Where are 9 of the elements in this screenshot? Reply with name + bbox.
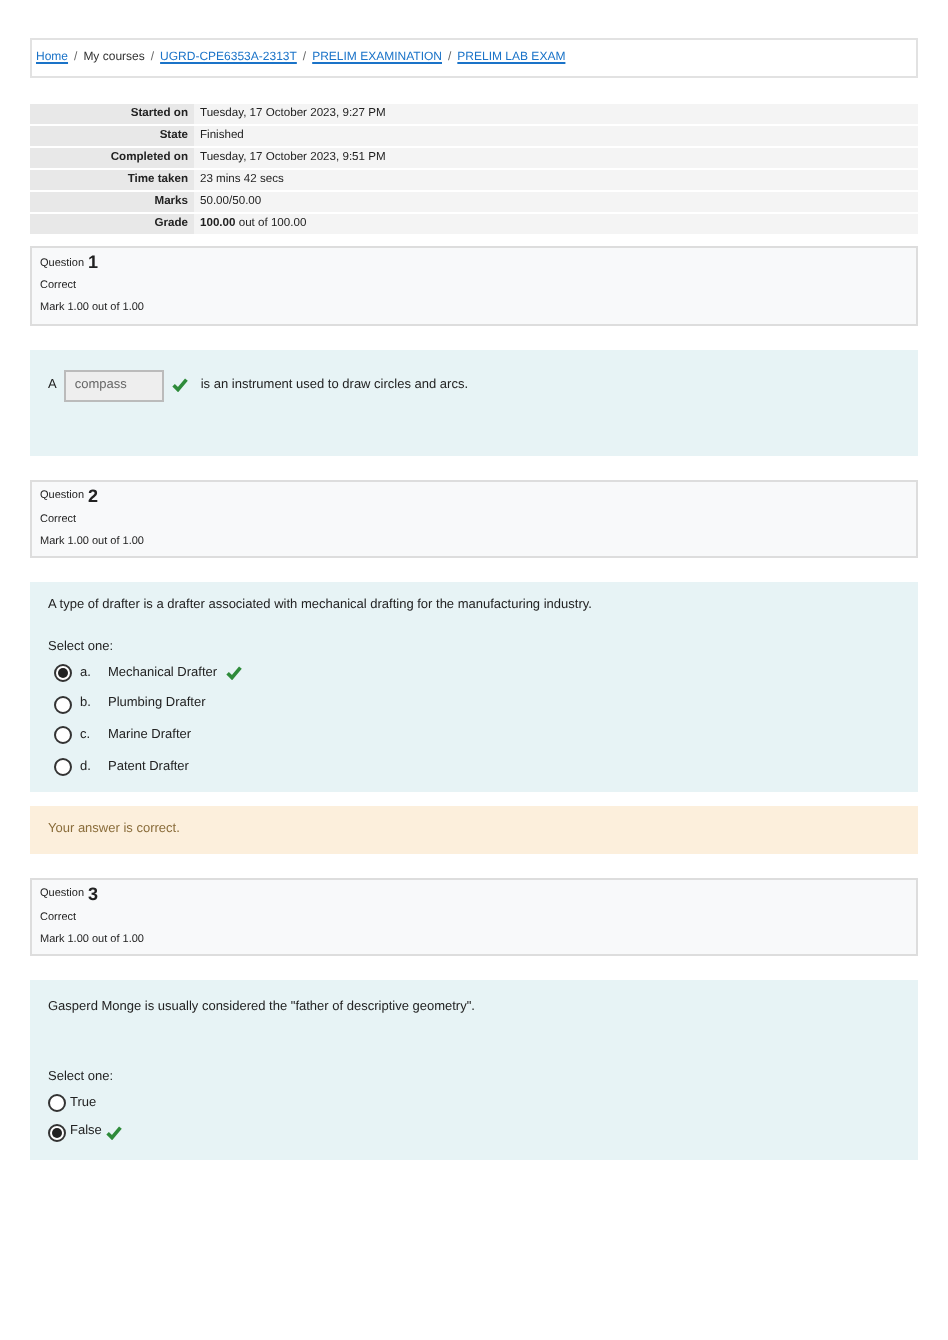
question-number: 1 — [88, 254, 99, 272]
radio-button[interactable] — [54, 758, 72, 777]
radio-button[interactable] — [54, 726, 72, 745]
question-number: 2 — [88, 487, 99, 505]
radio-button[interactable] — [54, 695, 72, 714]
radio-button[interactable] — [48, 1093, 66, 1112]
radio-button[interactable] — [54, 663, 72, 682]
radio-button[interactable] — [48, 1123, 66, 1142]
question-number: 3 — [88, 885, 99, 903]
